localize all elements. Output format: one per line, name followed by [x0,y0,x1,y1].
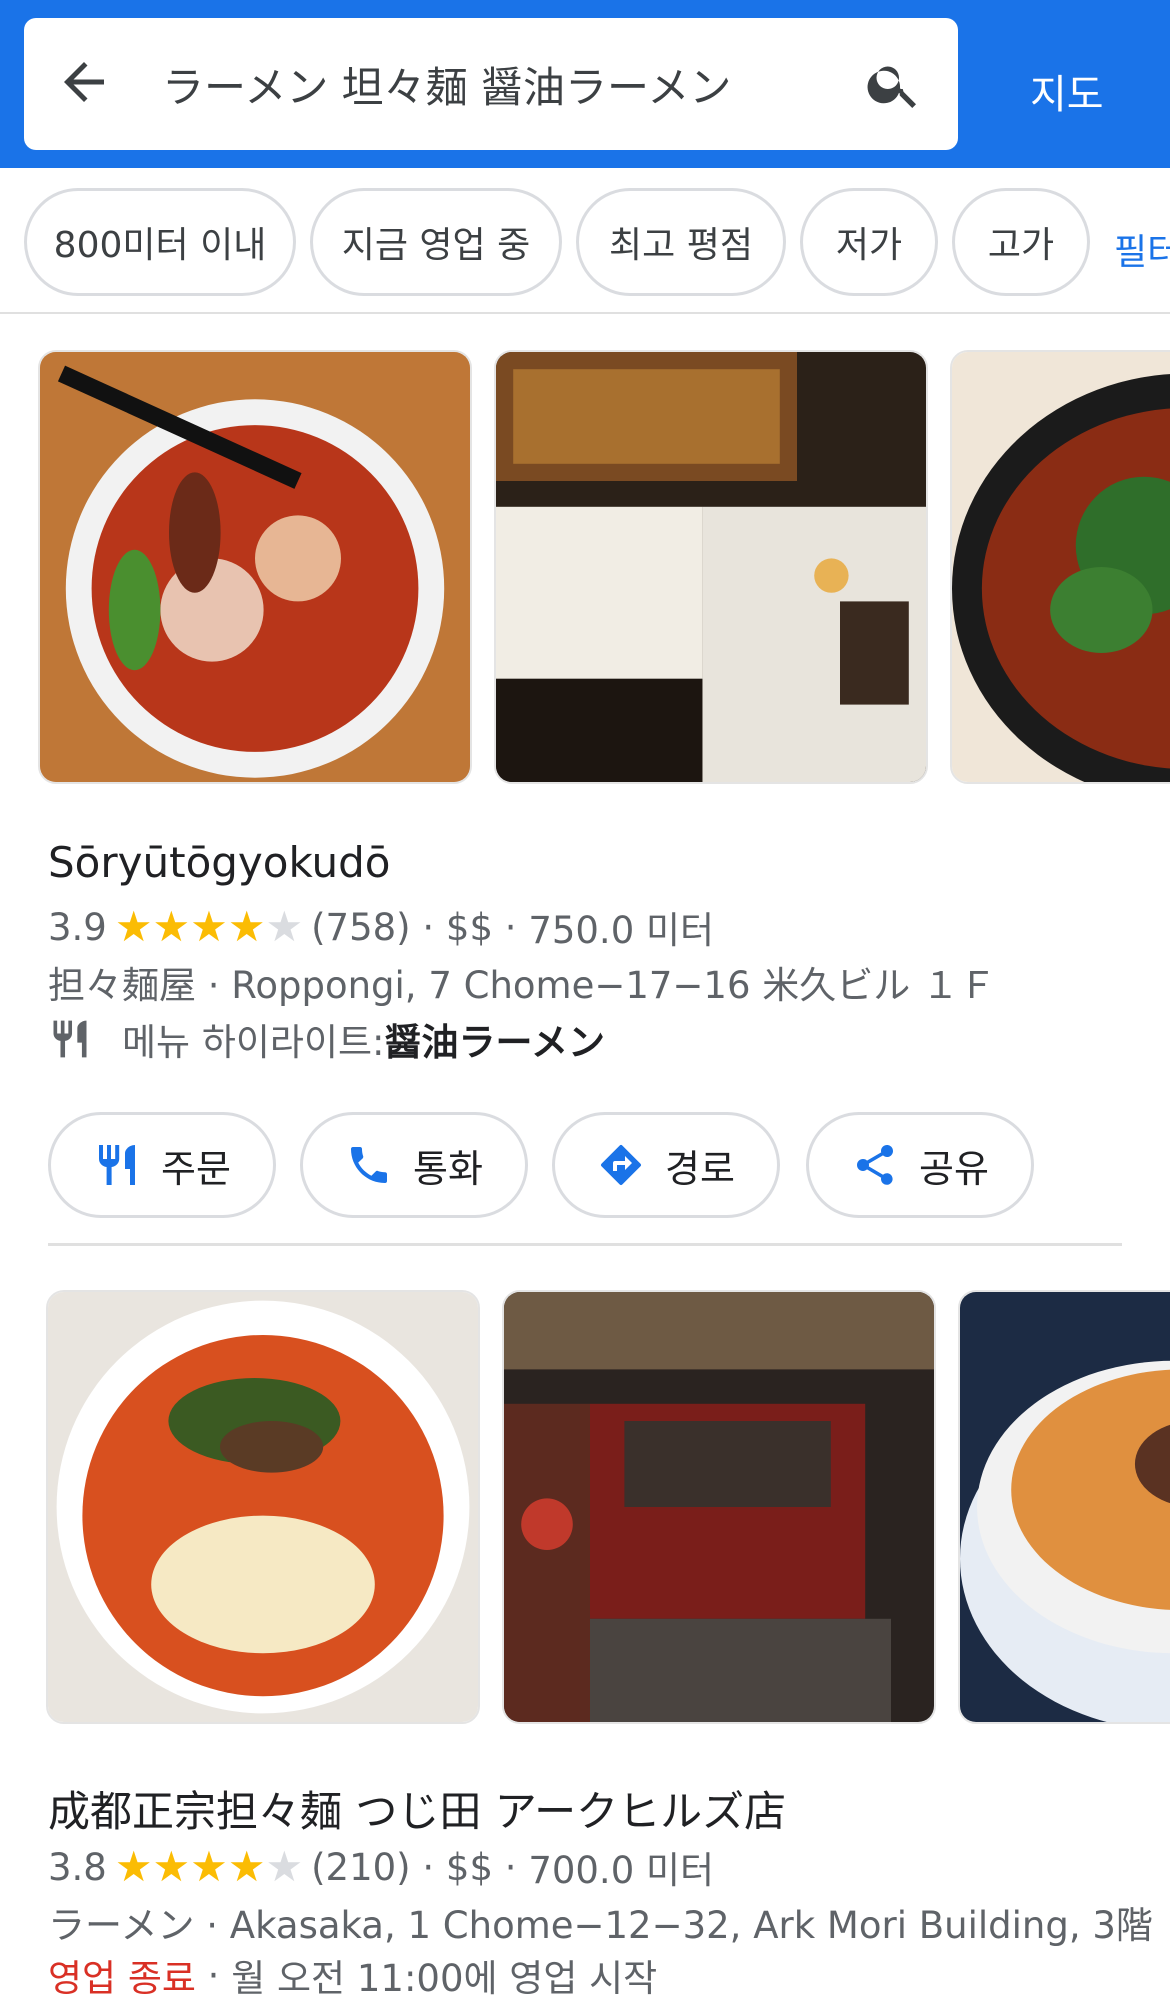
star-empty-icon: ★ [265,902,304,951]
star-icon: ★ [114,1842,153,1891]
star-icon: ★ [227,902,266,951]
star-icon: ★ [152,1842,191,1891]
review-count: (758) [311,905,411,949]
tantanmen-bowl-image [960,1292,1170,1722]
rating-value: 3.8 [48,1845,107,1889]
share-label: 공유 [919,1146,989,1191]
menu-highlight-item: 醤油ラーメン [384,1021,606,1064]
map-button[interactable]: 지도 [1030,62,1104,120]
separator: · [195,1953,232,1997]
chip-top-rated[interactable]: 최고 평점 [576,188,786,296]
directions-button[interactable]: 경로 [552,1112,780,1218]
result-1-photo-2[interactable] [494,350,928,784]
chip-expensive[interactable]: 고가 [952,188,1090,296]
more-filters-link[interactable]: 필터 [1114,223,1170,275]
share-button[interactable]: 공유 [806,1112,1034,1218]
separator: · [410,1845,446,1889]
result-2-rating-row: 3.8 ★ ★ ★ ★ ★ (210) · $$ · 700.0 미터 [48,1840,714,1894]
order-label: 주문 [161,1146,231,1191]
directions-label: 경로 [665,1146,735,1191]
tantanmen-bowl-image [48,1292,478,1722]
star-icon: ★ [152,902,191,951]
result-divider [48,1243,1122,1246]
call-label: 통화 [413,1146,483,1191]
tantanmen-bowl-image [952,352,1170,782]
order-button[interactable]: 주문 [48,1112,276,1218]
phone-icon [351,1147,388,1183]
star-empty-icon: ★ [265,1842,304,1891]
star-icon: ★ [190,902,228,951]
restaurant-icon [99,1145,136,1185]
price-level: $$ [445,905,494,949]
search-header: ラーメン 坦々麺 醤油ラーメン 지도 [0,0,1170,168]
search-box[interactable]: ラーメン 坦々麺 醤油ラーメン [24,18,958,150]
distance: 750.0 미터 [528,909,715,952]
open-status: 영업 종료 [48,1957,196,2000]
result-2-category-address: ラーメン · Akasaka, 1 Chome−12−32, Ark Mori … [48,1904,1153,1947]
star-rating: ★ ★ ★ ★ ★ [115,1846,303,1888]
rating-value: 3.9 [48,905,107,949]
filter-chips-bar: 800미터 이내 지금 영업 중 최고 평점 저가 고가 필터 [0,168,1170,314]
directions-icon [601,1145,642,1185]
result-1-category-address: 担々麺屋 · Roppongi, 7 Chome−17−16 米久ビル １Ｆ [48,964,997,1007]
menu-highlight-label: 메뉴 하이라이트: [122,1021,385,1064]
review-count: (210) [311,1845,411,1889]
share-icon [857,1145,894,1185]
result-2-photo-3[interactable] [958,1290,1170,1724]
price-level: $$ [445,1845,494,1889]
result-1-photo-3[interactable] [950,350,1170,784]
distance: 700.0 미터 [528,1849,715,1892]
restaurant-icon [53,1020,87,1058]
restaurant-interior-image [504,1292,934,1722]
star-icon: ★ [114,902,153,951]
chip-open-now[interactable]: 지금 영업 중 [310,188,562,296]
result-2-hours-row: 영업 종료 · 월 오전 11:00에 영업 시작 [48,1948,657,2002]
star-rating: ★ ★ ★ ★ ★ [115,906,303,948]
result-1-photo-1[interactable] [38,350,472,784]
separator: · [410,905,446,949]
star-icon: ★ [227,1842,266,1891]
result-2-photo-1[interactable] [46,1290,480,1724]
separator: · [493,905,529,949]
call-button[interactable]: 통화 [300,1112,528,1218]
result-2-photo-2[interactable] [502,1290,936,1724]
chip-within-800m[interactable]: 800미터 이내 [24,188,296,296]
result-2-name[interactable]: 成都正宗担々麺 つじ田 アークヒルズ店 [48,1778,786,1839]
result-1-name[interactable]: Sōryūtōgyokudō [48,838,390,887]
ramen-bowl-image [40,352,470,782]
opening-hours: 월 오전 11:00에 영업 시작 [231,1957,658,2000]
chip-cheap[interactable]: 저가 [800,188,938,296]
result-1-rating-row: 3.9 ★ ★ ★ ★ ★ (758) · $$ · 750.0 미터 [48,900,714,954]
search-icon[interactable] [864,54,924,114]
star-icon: ★ [190,1842,228,1891]
back-arrow-icon[interactable] [54,52,114,112]
search-query[interactable]: ラーメン 坦々麺 醤油ラーメン [162,54,731,115]
storefront-image [496,352,926,782]
separator: · [493,1845,529,1889]
result-1-menu-highlight: 메뉴 하이라이트: 醤油ラーメン [48,1012,605,1066]
